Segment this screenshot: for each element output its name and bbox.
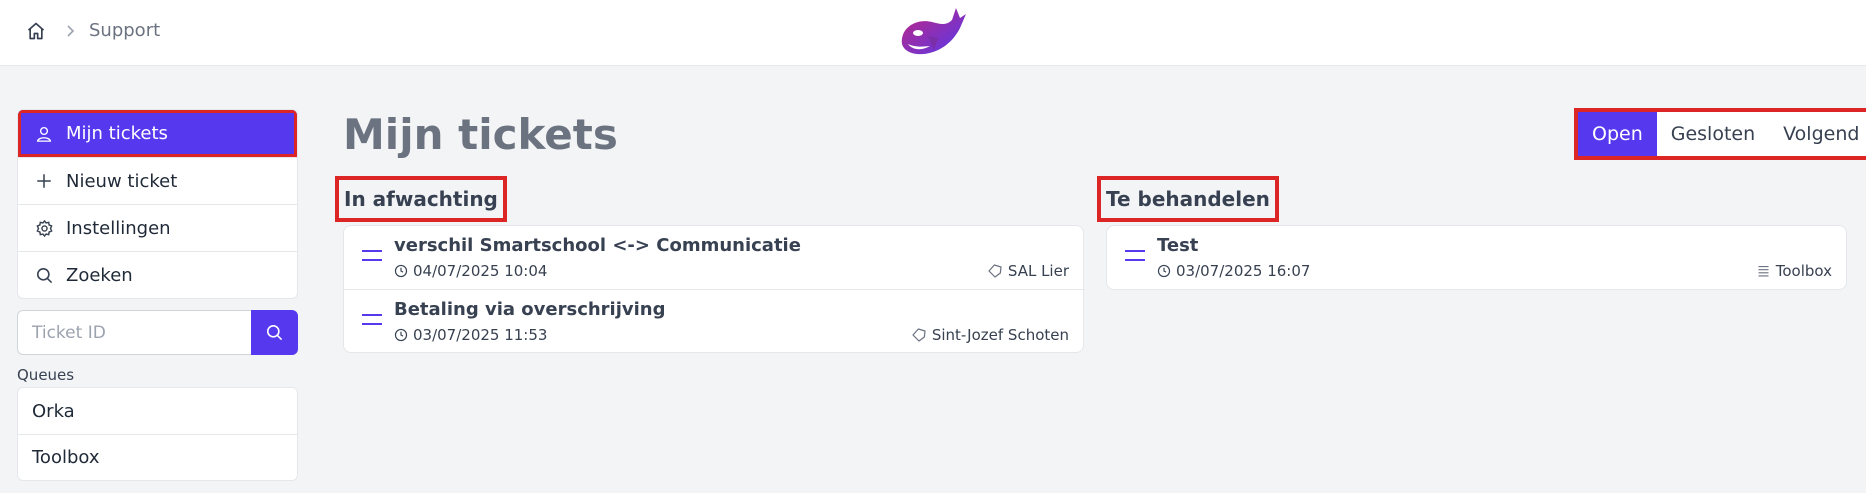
breadcrumb-support[interactable]: Support [89,18,160,44]
sidebar-item-label: Nieuw ticket [66,170,178,192]
orca-logo[interactable] [898,6,968,58]
filter-volgend[interactable]: Volgend [1769,112,1866,156]
ticket-list-in-afwachting: verschil Smartschool <-> Communicatie 04… [343,225,1084,353]
ticket-date: 03/07/2025 16:07 [1157,262,1310,280]
sidebar-item-mijn-tickets[interactable]: Mijn tickets [18,110,297,157]
ticket-date: 03/07/2025 11:53 [394,326,547,344]
ticket-card[interactable]: verschil Smartschool <-> Communicatie 04… [344,226,1083,289]
user-icon [34,124,54,144]
clock-icon [394,328,408,342]
filter-open[interactable]: Open [1578,112,1657,156]
column-title-te-behandelen: Te behandelen [1097,176,1279,222]
ticket-card[interactable]: Test 03/07/2025 16:07 Toolbox [1107,226,1846,289]
status-filter: Open Gesloten Volgend [1574,108,1866,160]
clock-icon [1157,264,1171,278]
ticket-id-input[interactable] [17,310,251,355]
queue-item-orka[interactable]: Orka [18,388,297,434]
ticket-card[interactable]: Betaling via overschrijving 03/07/2025 1… [344,289,1083,352]
ticket-tag: Sint-Jozef Schoten [911,326,1069,344]
plus-icon [34,171,54,191]
chevron-right-icon [62,20,78,42]
ticket-search-button[interactable] [251,310,298,355]
search-icon [265,323,284,342]
ticket-title: verschil Smartschool <-> Communicatie [394,235,801,256]
filter-gesloten[interactable]: Gesloten [1657,112,1769,156]
ticket-title: Test [1157,235,1199,256]
sidebar-item-label: Zoeken [66,264,133,286]
ticket-title: Betaling via overschrijving [394,299,666,320]
tag-icon [911,327,927,343]
sidebar-menu: Mijn tickets Nieuw ticket Instellingen Z… [17,109,298,299]
queue-item-toolbox[interactable]: Toolbox [18,434,297,480]
sidebar-item-zoeken[interactable]: Zoeken [18,251,297,298]
queues-heading: Queues [17,366,75,384]
ticket-date-text: 03/07/2025 11:53 [413,326,548,344]
ticket-tag-text: Sint-Jozef Schoten [931,326,1069,344]
top-bar: Support [0,0,1866,66]
column-title-in-afwachting: In afwachting [335,176,507,222]
sidebar-item-label: Mijn tickets [66,123,168,144]
search-icon [34,265,54,285]
home-button[interactable] [22,18,50,44]
ticket-search [17,310,298,355]
ticket-tag: SAL Lier [987,262,1069,280]
ticket-tag-text: SAL Lier [1007,262,1069,280]
clock-icon [394,264,408,278]
ticket-tag-text: Toolbox [1775,262,1832,280]
ticket-list-te-behandelen: Test 03/07/2025 16:07 Toolbox [1106,225,1847,290]
queues-list: Orka Toolbox [17,387,298,481]
sidebar: Mijn tickets Nieuw ticket Instellingen Z… [17,109,298,481]
ticket-date-text: 04/07/2025 10:04 [413,262,548,280]
home-icon [26,21,46,41]
ticket-date-text: 03/07/2025 16:07 [1176,262,1311,280]
drag-handle-icon[interactable] [362,250,382,264]
tag-icon [987,263,1003,279]
ticket-date: 04/07/2025 10:04 [394,262,547,280]
drag-handle-icon[interactable] [362,314,382,328]
drag-handle-icon[interactable] [1125,250,1145,264]
ticket-tag: Toolbox [1756,262,1832,280]
sidebar-item-instellingen[interactable]: Instellingen [18,204,297,251]
page-title: Mijn tickets [343,110,618,159]
sidebar-item-label: Instellingen [66,217,171,239]
list-icon [1756,264,1771,279]
sidebar-item-nieuw-ticket[interactable]: Nieuw ticket [18,157,297,204]
gear-icon [34,218,54,238]
